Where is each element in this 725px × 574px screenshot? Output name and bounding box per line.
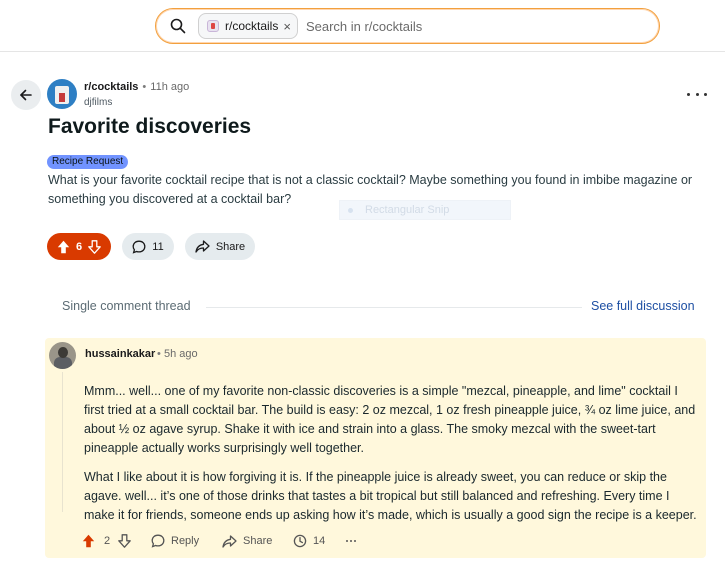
post-time: 11h ago (150, 81, 190, 93)
subreddit-name[interactable]: r/cocktails (84, 81, 138, 93)
post-vote-count: 6 (75, 240, 83, 253)
comment-icon (151, 534, 165, 548)
back-button[interactable] (11, 80, 41, 110)
award-button[interactable]: 14 (293, 532, 325, 550)
search-bar[interactable]: r/cocktails × (155, 8, 660, 44)
downvote-icon[interactable] (88, 239, 101, 254)
award-count: 14 (313, 535, 326, 547)
share-icon (195, 240, 210, 253)
upvote-icon[interactable] (57, 240, 70, 254)
snip-label: Rectangular Snip (365, 204, 450, 216)
share-label: Share (215, 240, 246, 253)
see-full-discussion-link[interactable]: See full discussion (591, 299, 695, 313)
meta-separator: • (157, 348, 161, 360)
page: r/cocktails × r/cocktails • 11h ago djfi… (0, 0, 725, 574)
subreddit-avatar[interactable] (47, 79, 77, 109)
chip-close-icon[interactable]: × (283, 19, 291, 34)
avatar[interactable] (49, 342, 76, 369)
chip-label: r/cocktails (225, 19, 279, 33)
post-flair[interactable]: Recipe Request (47, 155, 129, 169)
comment-upvote-button[interactable] (82, 532, 95, 550)
post-vote-control: 6 (47, 233, 111, 260)
search-icon (170, 18, 186, 34)
post-meta: r/cocktails • 11h ago (84, 81, 189, 93)
comment-icon (132, 240, 146, 254)
comment-username[interactable]: hussainkakar (85, 348, 155, 360)
search-input[interactable] (305, 18, 626, 34)
comment-paragraph-2: What I like about it is how forgiving it… (84, 470, 697, 522)
subreddit-filter-chip[interactable]: r/cocktails × (198, 13, 298, 39)
back-arrow-icon (20, 89, 32, 101)
share-button[interactable]: Share (185, 233, 255, 260)
post-author[interactable]: djfilms (84, 97, 112, 108)
reply-button[interactable]: Reply (151, 532, 199, 550)
post-title: Favorite discoveries (48, 115, 252, 138)
comment-time: 5h ago (164, 348, 198, 360)
comment-downvote-button[interactable] (118, 532, 131, 550)
comment-paragraph-1: Mmm... well... one of my favorite non-cl… (84, 384, 696, 455)
reply-label: Reply (171, 535, 200, 547)
thread-label: Single comment thread (62, 299, 191, 313)
meta-separator: • (142, 81, 147, 93)
subreddit-icon (207, 20, 219, 32)
comments-button[interactable]: 11 (122, 233, 174, 260)
comment-share-button[interactable]: Share (222, 532, 272, 550)
comment-vote-count: 2 (104, 535, 111, 547)
upvote-icon (82, 534, 95, 548)
more-icon (346, 540, 356, 542)
top-bar: r/cocktails × (0, 0, 725, 52)
rectangular-snip-overlay: Rectangular Snip (339, 200, 511, 220)
comment-more-button[interactable] (346, 532, 356, 550)
thread-line[interactable] (62, 372, 63, 512)
comment-count: 11 (152, 240, 164, 253)
more-icon[interactable] (687, 86, 707, 102)
divider (206, 307, 582, 308)
share-icon (222, 534, 237, 548)
award-icon (293, 534, 307, 548)
comment-share-label: Share (243, 535, 273, 547)
downvote-icon (118, 534, 131, 548)
